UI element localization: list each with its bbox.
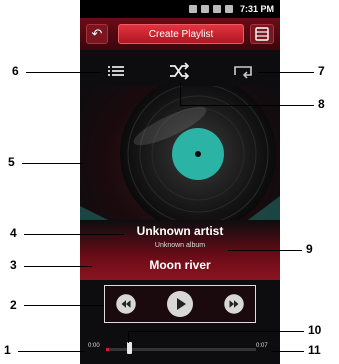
create-playlist-button[interactable]: Create Playlist bbox=[118, 24, 244, 44]
sync-icon bbox=[200, 5, 209, 13]
callout-line-6 bbox=[26, 72, 100, 73]
callout-10: 10 bbox=[308, 323, 322, 337]
status-bar: 7:31 PM bbox=[80, 0, 280, 18]
title-bar: ↶ Create Playlist bbox=[80, 18, 280, 50]
callout-3: 3 bbox=[10, 258, 17, 272]
progress-handle[interactable] bbox=[127, 342, 132, 354]
callout-line-1 bbox=[18, 351, 84, 352]
previous-button[interactable] bbox=[116, 294, 136, 314]
player-controls bbox=[104, 285, 256, 323]
callout-8: 8 bbox=[318, 97, 325, 111]
next-button[interactable] bbox=[224, 294, 244, 314]
album-art bbox=[80, 86, 280, 226]
callout-line-2 bbox=[24, 305, 104, 306]
callout-line-9 bbox=[228, 250, 302, 251]
total-time: 0:07 bbox=[256, 343, 268, 349]
callout-line-10 bbox=[128, 331, 304, 332]
album-name: Unknown album bbox=[154, 242, 206, 249]
next-icon bbox=[229, 300, 239, 308]
artist-name: Unknown artist bbox=[136, 224, 224, 238]
callout-9: 9 bbox=[306, 242, 313, 256]
callout-2: 2 bbox=[10, 298, 17, 312]
progress-row: 0:00 0:07 bbox=[80, 340, 280, 358]
callout-line-7 bbox=[258, 72, 314, 73]
play-icon bbox=[177, 298, 186, 310]
callout-line-8 bbox=[180, 105, 314, 106]
progress-fill bbox=[106, 348, 109, 351]
song-title: Moon river bbox=[149, 258, 211, 272]
callout-1: 1 bbox=[4, 343, 11, 357]
signal-icon bbox=[212, 5, 221, 13]
back-arrow-icon: ↶ bbox=[91, 26, 103, 41]
vinyl-record bbox=[80, 86, 280, 226]
phone-screen: 7:31 PM ↶ Create Playlist Unknown artist… bbox=[80, 0, 280, 364]
menu-icon bbox=[255, 27, 269, 41]
callout-11: 11 bbox=[308, 343, 321, 357]
elapsed-time: 0:00 bbox=[88, 343, 100, 349]
callout-line-3 bbox=[24, 266, 92, 267]
shuffle-icon[interactable] bbox=[166, 58, 192, 84]
back-button[interactable]: ↶ bbox=[86, 24, 108, 44]
callout-line-11 bbox=[272, 351, 304, 352]
notification-icon bbox=[188, 5, 197, 13]
callout-line-4 bbox=[24, 234, 124, 235]
callout-7: 7 bbox=[318, 64, 325, 78]
list-icon[interactable] bbox=[104, 58, 130, 84]
status-time: 7:31 PM bbox=[239, 4, 274, 14]
callout-line-8-vertical bbox=[180, 82, 181, 105]
previous-icon bbox=[121, 300, 131, 308]
battery-icon bbox=[224, 5, 233, 13]
repeat-icon[interactable] bbox=[230, 58, 256, 84]
callout-line-5 bbox=[22, 163, 82, 164]
callout-5: 5 bbox=[8, 155, 15, 169]
callout-4: 4 bbox=[10, 226, 17, 240]
menu-button[interactable] bbox=[250, 24, 274, 44]
callout-line-10-vertical bbox=[128, 331, 129, 343]
play-button[interactable] bbox=[167, 291, 193, 317]
callout-6: 6 bbox=[12, 64, 19, 78]
